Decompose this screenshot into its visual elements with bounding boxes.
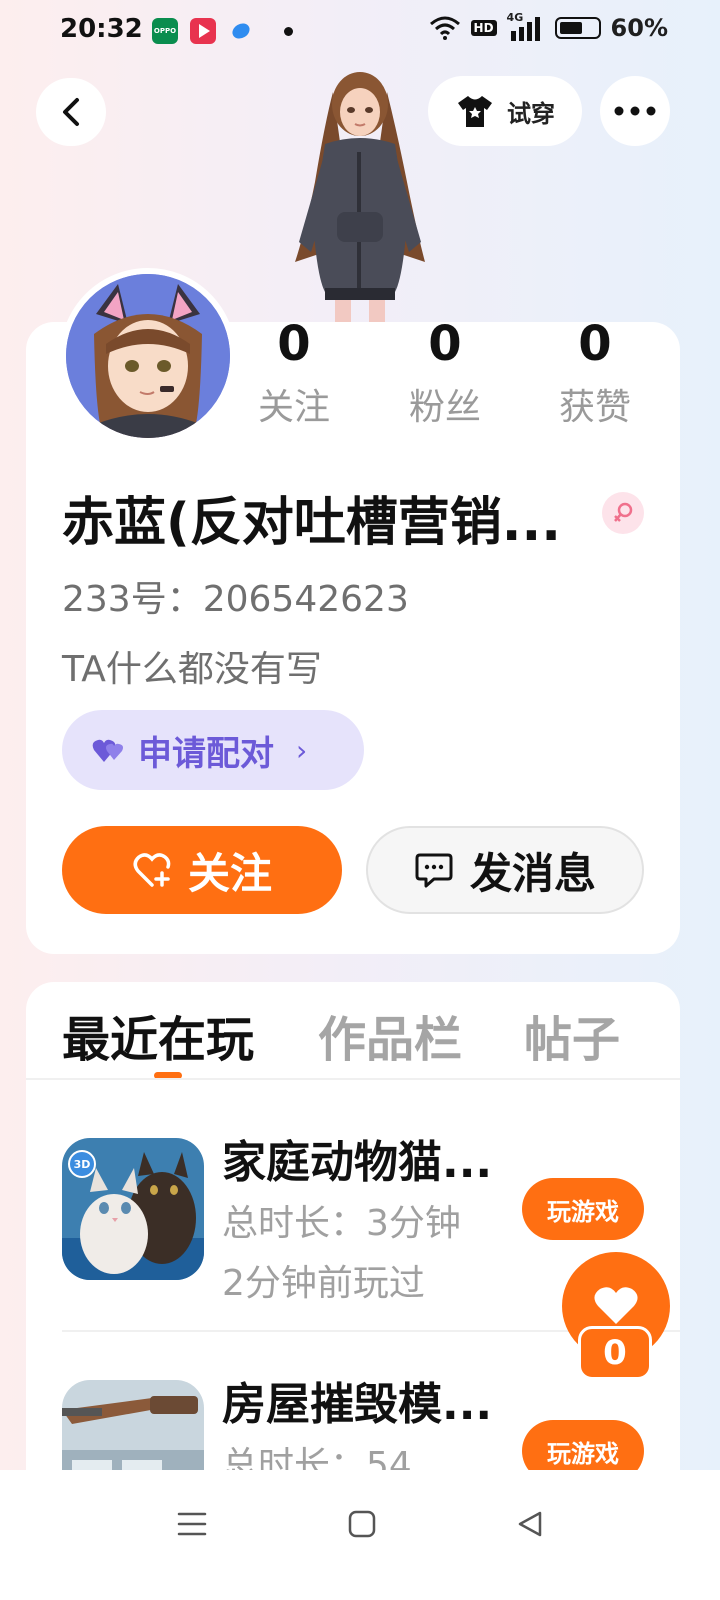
heart-icon: [594, 1287, 638, 1324]
status-time: 20:32: [60, 14, 143, 44]
more-dots-icon: [614, 106, 656, 116]
username: 赤蓝(反对吐槽营销...: [62, 493, 562, 553]
heart-plus-icon: [133, 853, 171, 887]
chat-bubble-icon: [415, 853, 453, 888]
tryon-button[interactable]: 试穿: [428, 76, 582, 146]
nav-back-button[interactable]: [510, 1504, 550, 1544]
status-bar: 20:32 OPPO HD 4G 60%: [0, 0, 720, 62]
stat-label: 关注: [257, 387, 330, 428]
signal-icon: 4G: [507, 11, 545, 41]
stat-fans[interactable]: 0 粉丝: [385, 316, 505, 430]
tshirt-icon: [458, 96, 492, 127]
notification-dot: [284, 26, 293, 36]
tab-posts[interactable]: 帖子: [524, 1000, 620, 1070]
like-count: 0: [578, 1326, 652, 1380]
hd-badge: HD: [470, 20, 497, 36]
battery-percent: 60%: [610, 14, 668, 42]
browser-app-icon: [228, 18, 254, 44]
follow-label: 关注: [187, 848, 272, 898]
oppo-app-icon: OPPO: [152, 18, 178, 44]
game-title: 房屋摧毁模...: [222, 1379, 493, 1430]
message-label: 发消息: [469, 848, 596, 898]
stat-value: 0: [428, 316, 462, 372]
stat-label: 粉丝: [408, 387, 481, 428]
match-request-button[interactable]: 申请配对 ›: [62, 710, 364, 790]
status-indicators: HD 4G 60%: [429, 11, 668, 42]
tab-divider: [26, 1078, 680, 1080]
battery-icon: [554, 17, 601, 39]
message-button[interactable]: 发消息: [366, 826, 644, 914]
status-app-icons: OPPO: [152, 18, 293, 44]
menu-lines-icon: [177, 1512, 207, 1536]
user-id: 233号：206542623: [62, 579, 409, 620]
wifi-icon: [429, 16, 460, 40]
stat-value: 0: [578, 316, 612, 372]
more-button[interactable]: [600, 76, 670, 146]
avatar[interactable]: [60, 268, 236, 444]
female-icon: [602, 492, 644, 534]
game-list-item[interactable]: 3D 家庭动物猫... 总时长：3分钟 2分钟前玩过 玩游戏: [62, 1137, 662, 1304]
tab-works[interactable]: 作品栏: [318, 1000, 462, 1070]
tab-recent-played[interactable]: 最近在玩: [62, 1000, 254, 1070]
video-app-icon: [190, 18, 216, 44]
chevron-right-icon: ›: [296, 733, 308, 767]
stat-label: 获赞: [558, 387, 631, 428]
game-last-played: 2分钟前玩过: [222, 1263, 425, 1304]
hearts-icon: [92, 739, 123, 762]
chevron-left-icon: [63, 98, 79, 126]
game-duration: 总时长：3分钟: [222, 1203, 461, 1244]
stat-likes[interactable]: 0 获赞: [535, 316, 655, 430]
game-icon-badge: 3D: [68, 1150, 96, 1178]
back-button[interactable]: [36, 78, 106, 146]
game-icon-cats[interactable]: 3D: [62, 1138, 204, 1280]
user-bio: TA什么都没有写: [62, 649, 322, 690]
play-game-button[interactable]: 玩游戏: [522, 1178, 644, 1240]
nav-menu-button[interactable]: [172, 1504, 212, 1544]
match-label: 申请配对: [138, 733, 274, 774]
nav-home-button[interactable]: [342, 1504, 382, 1544]
tryon-label: 试穿: [507, 99, 555, 128]
follow-button[interactable]: 关注: [62, 826, 342, 914]
avatar-character-figure[interactable]: [285, 62, 435, 324]
system-nav-bar: [0, 1470, 720, 1600]
back-triangle-icon: [518, 1511, 542, 1537]
home-square-icon: [348, 1510, 376, 1538]
game-title: 家庭动物猫...: [222, 1137, 493, 1188]
stat-value: 0: [277, 316, 311, 372]
stat-following[interactable]: 0 关注: [234, 316, 354, 430]
